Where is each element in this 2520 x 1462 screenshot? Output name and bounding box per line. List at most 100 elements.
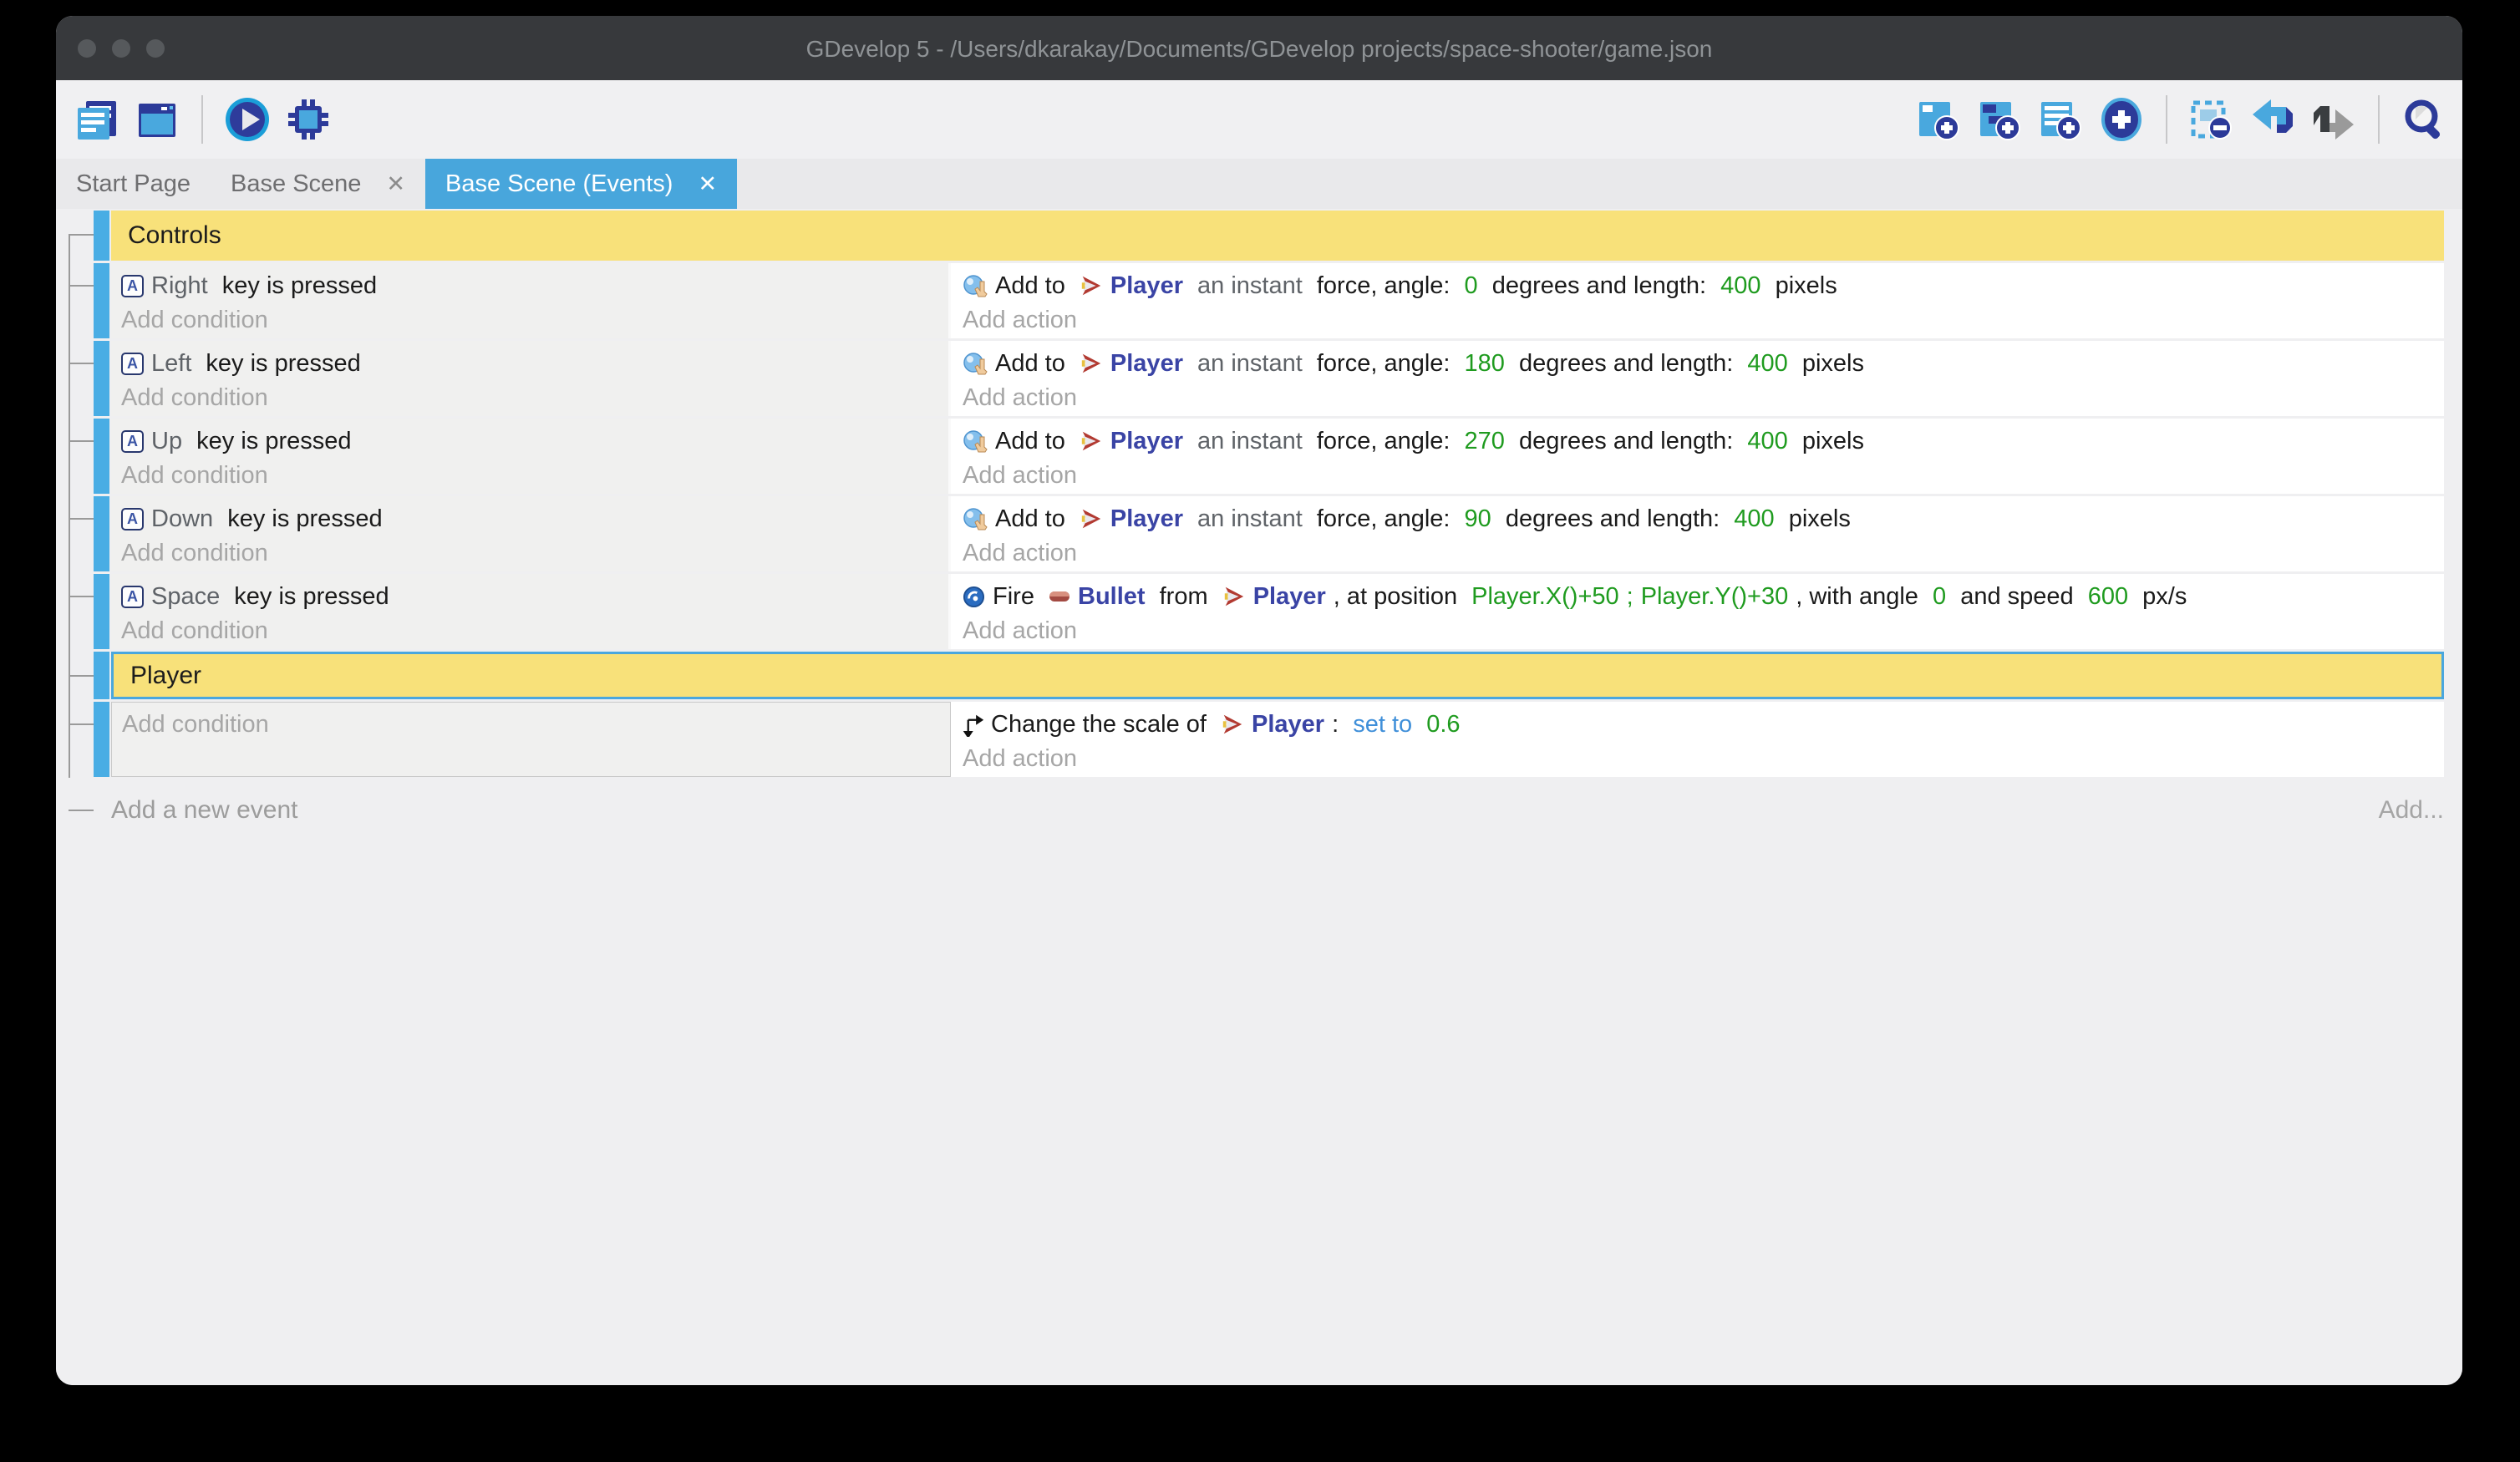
force-icon xyxy=(963,351,988,376)
play-preview-icon[interactable] xyxy=(224,96,271,143)
debug-icon[interactable] xyxy=(285,96,332,143)
conditions-cell[interactable]: ADown key is pressedAdd condition xyxy=(111,496,951,571)
parameter-value: 600 xyxy=(2088,583,2128,611)
add-new-event-button[interactable]: Add a new event xyxy=(94,796,298,825)
tab-label: Start Page xyxy=(76,170,191,198)
condition-sentence[interactable]: AUp key is pressed xyxy=(121,424,938,459)
parameter-value: 270 xyxy=(1465,428,1505,455)
add-condition-button[interactable]: Add condition xyxy=(122,709,940,739)
sentence-text: an instant xyxy=(1191,350,1309,378)
add-action-button[interactable]: Add action xyxy=(963,383,2434,413)
add-condition-button[interactable]: Add condition xyxy=(121,460,938,490)
sentence-text: : xyxy=(1332,711,1345,739)
action-sentence[interactable]: Fire Bullet from Player, at position Pla… xyxy=(963,579,2434,614)
actions-cell[interactable]: Add to Player an instant force, angle: 1… xyxy=(951,341,2444,416)
events-sheet[interactable]: ControlsARight key is pressedAdd conditi… xyxy=(56,209,2462,1385)
sentence-text: key is pressed xyxy=(216,272,377,300)
condition-sentence[interactable]: ARight key is pressed xyxy=(121,268,938,303)
event-color-strip xyxy=(94,574,109,649)
parameter-value: 0 xyxy=(1933,583,1946,611)
add-condition-button[interactable]: Add condition xyxy=(121,538,938,568)
fire-icon xyxy=(963,586,985,608)
event-color-strip xyxy=(94,341,109,416)
add-more-icon[interactable] xyxy=(2098,96,2145,143)
actions-cell[interactable]: Fire Bullet from Player, at position Pla… xyxy=(951,574,2444,649)
conditions-cell[interactable]: AUp key is pressedAdd condition xyxy=(111,419,951,494)
add-condition-button[interactable]: Add condition xyxy=(121,383,938,413)
tab-base-scene[interactable]: Base Scene✕ xyxy=(211,159,425,209)
event-group-player[interactable]: Player xyxy=(94,652,2444,699)
sentence-text: force, angle: xyxy=(1317,272,1457,300)
tab-start-page[interactable]: Start Page xyxy=(56,159,211,209)
keyboard-key-icon: A xyxy=(121,275,144,297)
toolbar-separator xyxy=(201,95,203,144)
toolbar-left-group xyxy=(73,95,332,144)
close-tab-icon[interactable]: ✕ xyxy=(698,171,717,197)
close-tab-icon[interactable]: ✕ xyxy=(386,171,405,197)
event-row: AUp key is pressedAdd condition Add to Pl… xyxy=(94,419,2444,494)
object-name: Bullet xyxy=(1078,583,1146,611)
parameter-value: 90 xyxy=(1465,505,1491,533)
sentence-text: Left xyxy=(151,350,191,378)
action-sentence[interactable]: Add to Player an instant force, angle: 1… xyxy=(963,346,2434,381)
add-action-button[interactable]: Add action xyxy=(963,460,2434,490)
sentence-text: pixels xyxy=(1769,272,1837,300)
parameter-value: 400 xyxy=(1747,350,1787,378)
force-icon xyxy=(963,273,988,298)
tree-tick xyxy=(69,518,94,520)
event-blocks: ControlsARight key is pressedAdd conditi… xyxy=(56,211,2462,777)
actions-cell[interactable]: Add to Player an instant force, angle: 9… xyxy=(951,496,2444,571)
main-toolbar xyxy=(56,80,2462,159)
object-name: Player xyxy=(1252,711,1324,739)
project-manager-icon[interactable] xyxy=(73,96,119,143)
undo-icon[interactable] xyxy=(2249,96,2296,143)
sentence-text: Fire xyxy=(993,583,1041,611)
group-title: Controls xyxy=(111,211,2444,261)
add-action-button[interactable]: Add action xyxy=(963,305,2434,335)
add-action-button[interactable]: Add action xyxy=(963,538,2434,568)
condition-sentence[interactable]: ADown key is pressed xyxy=(121,501,938,536)
conditions-cell[interactable]: Add condition xyxy=(111,702,951,777)
event-color-strip xyxy=(94,263,109,338)
title-bar[interactable]: GDevelop 5 - /Users/dkarakay/Documents/G… xyxy=(56,16,2462,80)
conditions-cell[interactable]: ASpace key is pressedAdd condition xyxy=(111,574,951,649)
event-group-controls[interactable]: Controls xyxy=(94,211,2444,261)
action-sentence[interactable]: Add to Player an instant force, angle: 2… xyxy=(963,424,2434,459)
add-condition-button[interactable]: Add condition xyxy=(121,305,938,335)
action-sentence[interactable]: Add to Player an instant force, angle: 0… xyxy=(963,268,2434,303)
tree-tick xyxy=(69,723,94,725)
event-color-strip xyxy=(94,419,109,494)
add-comment-icon[interactable] xyxy=(2037,96,2084,143)
parameter-value: 400 xyxy=(1734,505,1774,533)
condition-sentence[interactable]: ASpace key is pressed xyxy=(121,579,938,614)
redo-icon[interactable] xyxy=(2310,96,2357,143)
actions-cell[interactable]: Add to Player an instant force, angle: 2… xyxy=(951,419,2444,494)
action-sentence[interactable]: Add to Player an instant force, angle: 9… xyxy=(963,501,2434,536)
add-condition-button[interactable]: Add condition xyxy=(121,616,938,646)
tab-base-scene-events[interactable]: Base Scene (Events)✕ xyxy=(425,159,737,209)
search-icon[interactable] xyxy=(2401,96,2447,143)
sentence-text: degrees and length: xyxy=(1512,428,1740,455)
add-subevent-icon[interactable] xyxy=(1976,96,2023,143)
scene-editor-icon[interactable] xyxy=(134,96,180,143)
conditions-cell[interactable]: ARight key is pressedAdd condition xyxy=(111,263,951,338)
add-event-icon[interactable] xyxy=(1915,96,1962,143)
add-action-button[interactable]: Add action xyxy=(963,616,2434,646)
add-more-button[interactable]: Add... xyxy=(2379,796,2444,825)
add-action-button[interactable]: Add action xyxy=(963,744,2434,774)
action-sentence[interactable]: Change the scale of Player: set to 0.6 xyxy=(963,707,2434,742)
event-color-strip xyxy=(94,496,109,571)
condition-sentence[interactable]: ALeft key is pressed xyxy=(121,346,938,381)
event-row: ALeft key is pressedAdd condition Add to … xyxy=(94,341,2444,416)
tree-corner xyxy=(69,810,94,811)
remove-selection-icon[interactable] xyxy=(2188,96,2235,143)
event-tree-line xyxy=(69,236,70,778)
actions-cell[interactable]: Add to Player an instant force, angle: 0… xyxy=(951,263,2444,338)
object-name: Player xyxy=(1110,350,1183,378)
parameter-value: 180 xyxy=(1465,350,1505,378)
actions-cell[interactable]: Change the scale of Player: set to 0.6Ad… xyxy=(951,702,2444,777)
bullet-icon xyxy=(1049,591,1070,602)
sentence-text: degrees and length: xyxy=(1512,350,1740,378)
player-ship-icon xyxy=(1222,584,1246,609)
conditions-cell[interactable]: ALeft key is pressedAdd condition xyxy=(111,341,951,416)
